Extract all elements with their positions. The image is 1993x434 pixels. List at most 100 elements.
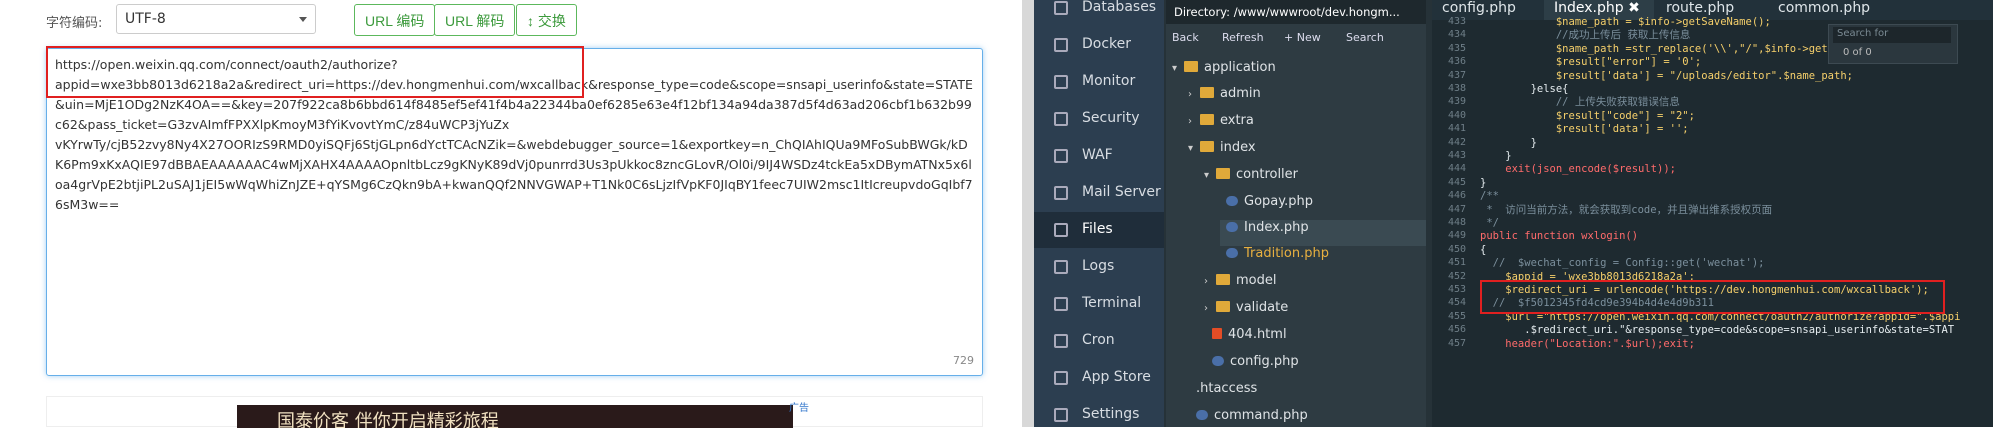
nav-files[interactable]: Files <box>1034 212 1164 248</box>
folder-icon <box>1200 114 1214 125</box>
tree-label: config.php <box>1230 354 1299 369</box>
folder-icon <box>1216 301 1230 312</box>
folder-icon <box>1200 87 1214 98</box>
tree-item[interactable]: ▾ controller <box>1204 167 1298 193</box>
line-number: 455 <box>1447 310 1466 322</box>
tree-item[interactable]: Gopay.php <box>1226 194 1313 220</box>
file-browser: Directory: /www/wwwroot/dev.hongm... Bac… <box>1166 0 1426 427</box>
tree-label: Index.php <box>1244 220 1309 235</box>
line-number: 436 <box>1447 56 1466 68</box>
line-number: 453 <box>1447 284 1466 295</box>
terminal-icon <box>1054 297 1068 311</box>
code-line: } <box>1480 136 1537 149</box>
nav-monitor[interactable]: Monitor <box>1034 64 1164 100</box>
tree-item[interactable]: 404.html <box>1212 327 1287 353</box>
tree-item[interactable]: Index.php <box>1220 220 1426 246</box>
code-line: $result['data'] = ''; <box>1480 123 1689 136</box>
panel-window: Databases Docker Monitor Security WAF Ma… <box>1034 0 1993 427</box>
line-number: 433 <box>1447 16 1466 27</box>
php-file-icon <box>1196 410 1208 420</box>
code-line: $name_path = $info->getSaveName(); <box>1480 16 1771 28</box>
folder-icon <box>1200 141 1214 152</box>
tree-label: .htaccess <box>1196 381 1258 396</box>
nav-label: Security <box>1082 110 1140 126</box>
gear-icon <box>1054 408 1068 422</box>
url-decode-button[interactable]: URL 解码 <box>434 4 516 36</box>
nav-logs[interactable]: Logs <box>1034 249 1164 285</box>
nav-mail-server[interactable]: Mail Server <box>1034 175 1164 211</box>
back-button[interactable]: Back <box>1172 31 1199 44</box>
tree-item[interactable]: ▾ application <box>1172 60 1276 86</box>
line-number: 434 <box>1447 29 1466 41</box>
tree-label: 404.html <box>1228 327 1287 342</box>
tree-item[interactable]: config.php <box>1212 354 1299 380</box>
line-number: 437 <box>1447 69 1466 81</box>
tree-item[interactable]: › extra <box>1188 113 1254 139</box>
nav-label: Settings <box>1082 406 1140 422</box>
code-line: $result['data'] = "/uploads/editor".$nam… <box>1480 69 1853 82</box>
code-line: $result["code"] = "2"; <box>1480 109 1695 122</box>
tree-item[interactable]: .htaccess <box>1196 381 1257 407</box>
nav-waf[interactable]: WAF <box>1034 138 1164 174</box>
encoding-label: 字符编码: <box>46 16 103 31</box>
line-number: 435 <box>1447 42 1466 54</box>
nav-cron[interactable]: Cron <box>1034 323 1164 359</box>
encoding-select[interactable]: UTF-8 <box>116 4 316 34</box>
tab-common[interactable]: common.php <box>1768 0 1888 20</box>
store-icon <box>1054 371 1068 385</box>
ad-image[interactable]: 国泰价客 伴你开启精彩旅程 <box>237 405 793 428</box>
shield-icon <box>1054 112 1068 126</box>
url-encode-button[interactable]: URL 编码 <box>354 4 436 36</box>
tree-item[interactable]: command.php <box>1196 408 1308 434</box>
search-panel: Search for 0 of 0 <box>1828 24 1958 64</box>
code-line: exit(json_encode($result)); <box>1480 163 1676 176</box>
search-input[interactable]: Search for <box>1833 27 1951 43</box>
tree-item[interactable]: › model <box>1204 273 1276 299</box>
tree-label: Gopay.php <box>1244 194 1313 209</box>
line-number: 450 <box>1447 243 1466 255</box>
nav-label: App Store <box>1082 369 1151 385</box>
nav-label: Terminal <box>1082 295 1142 311</box>
code-area[interactable]: $name_path = $info->getSaveName(); //成功上… <box>1480 16 1993 427</box>
code-line: $name_path =str_replace('\\',"/",$info->… <box>1480 42 1847 55</box>
tree-item[interactable]: › validate <box>1204 300 1288 326</box>
directory-path: Directory: /www/wwwroot/dev.hongm... <box>1166 0 1426 24</box>
nav-settings[interactable]: Settings <box>1034 397 1164 433</box>
refresh-button[interactable]: Refresh <box>1222 31 1264 44</box>
code-line: { <box>1480 243 1487 256</box>
nav-app-store[interactable]: App Store <box>1034 360 1164 396</box>
nav-security[interactable]: Security <box>1034 101 1164 137</box>
ad-banner[interactable]: 国泰价客 伴你开启精彩旅程 广告 <box>46 396 983 428</box>
line-number: 456 <box>1447 324 1466 336</box>
nav-databases[interactable]: Databases <box>1034 0 1164 26</box>
php-file-icon <box>1226 248 1238 258</box>
tab-label: config.php <box>1442 0 1516 16</box>
line-number: 445 <box>1447 176 1466 188</box>
close-icon[interactable]: ✖ <box>1628 0 1640 16</box>
nav-label: Mail Server <box>1082 184 1161 200</box>
tab-label: common.php <box>1778 0 1871 16</box>
line-number: 442 <box>1447 136 1466 148</box>
clock-icon <box>1054 334 1068 348</box>
line-number: 457 <box>1447 337 1466 349</box>
swap-button[interactable]: ↕ 交换 <box>516 4 577 36</box>
tree-item[interactable]: › admin <box>1188 86 1261 112</box>
code-highlight-box <box>1480 280 1945 314</box>
nav-docker[interactable]: Docker <box>1034 27 1164 63</box>
tree-label: extra <box>1220 113 1254 128</box>
code-line: } <box>1480 176 1487 189</box>
code-line: public function wxlogin() <box>1480 230 1639 243</box>
docker-icon <box>1054 38 1068 52</box>
search-button[interactable]: Search <box>1346 31 1384 44</box>
tree-label: admin <box>1220 86 1261 101</box>
new-button[interactable]: + New <box>1284 31 1321 44</box>
nav-label: Logs <box>1082 258 1115 274</box>
tree-item[interactable]: ▾ index <box>1188 140 1256 166</box>
nav-terminal[interactable]: Terminal <box>1034 286 1164 322</box>
code-line: /** <box>1480 190 1499 203</box>
php-file-icon <box>1226 222 1238 232</box>
tree-item[interactable]: Tradition.php <box>1226 246 1329 272</box>
line-number: 446 <box>1447 190 1466 202</box>
line-number: 443 <box>1447 150 1466 161</box>
tree-label: Tradition.php <box>1244 246 1329 261</box>
